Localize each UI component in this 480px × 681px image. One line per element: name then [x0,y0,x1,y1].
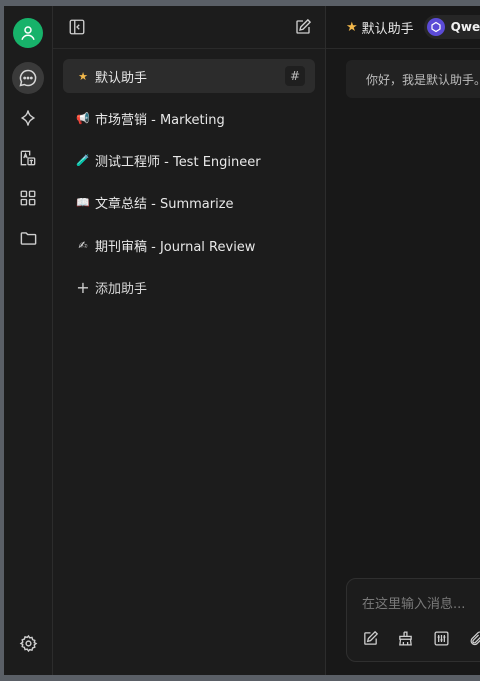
nav-chat-button[interactable] [12,62,44,94]
apps-icon [20,190,36,206]
star-icon: ★ [78,69,88,83]
assistant-item-default[interactable]: ★ 默认助手 # [63,59,315,93]
star-icon: ★ [346,19,358,35]
nav-agents-button[interactable] [12,102,44,134]
assistant-label: 默认助手 [95,70,148,86]
message-input[interactable]: 在这里输入消息... [362,593,465,612]
clear-button[interactable] [394,627,416,649]
message-text: 你好，我是默认助手。 [366,72,480,87]
model-logo-icon [426,18,445,36]
model-selector[interactable]: Qwen [423,15,480,39]
sparkle-icon [20,110,36,126]
assistants-panel: ★ 默认助手 # 📢 市场营销 - Marketing 🧪 测试工程师 - Te… [53,6,326,675]
chat-header: ★ 默认助手 Qwen [326,6,480,49]
hash-button[interactable]: # [285,66,305,86]
assistant-label: 文章总结 - Summarize [95,196,234,212]
nav-apps-button[interactable] [12,182,44,214]
assistant-item-marketing[interactable]: 📢 市场营销 - Marketing [63,101,315,135]
toggle-sidebar-button[interactable] [67,17,87,37]
sidebar-toggle-icon [69,19,85,35]
attach-button[interactable] [465,627,480,649]
assistant-item-journal-review[interactable]: ✍ 期刊审稿 - Journal Review [63,228,315,262]
broom-icon [398,630,412,646]
writing-hand-icon: ✍ [78,238,88,252]
edit-icon [296,18,312,34]
assistant-item-test-engineer[interactable]: 🧪 测试工程师 - Test Engineer [63,143,315,177]
assistant-label: 期刊审稿 - Journal Review [95,239,256,255]
nav-rail [4,6,53,675]
nav-translate-button[interactable] [12,142,44,174]
panel-header [53,6,325,49]
new-chat-button[interactable] [293,17,313,37]
message-composer[interactable]: 在这里输入消息... [346,578,480,662]
settings-adjust-button[interactable] [430,627,452,649]
megaphone-icon: 📢 [76,111,90,125]
add-assistant-label: 添加助手 [95,281,148,297]
book-icon: 📖 [76,195,90,209]
chat-icon [19,69,37,87]
gear-icon [19,634,37,652]
translate-icon [20,150,36,166]
avatar[interactable] [13,18,43,48]
chat-area: ★ 默认助手 Qwen 你好，我是默认助手。 在这里输入消息... [326,6,480,675]
paperclip-icon [470,631,480,645]
folder-icon [20,231,36,245]
nav-files-button[interactable] [12,222,44,254]
assistant-label: 测试工程师 - Test Engineer [95,154,261,170]
user-icon [21,26,35,41]
app-window: ★ 默认助手 # 📢 市场营销 - Marketing 🧪 测试工程师 - Te… [4,6,480,675]
assistant-message: 你好，我是默认助手。 [346,60,480,98]
assistant-item-summarize[interactable]: 📖 文章总结 - Summarize [63,185,315,219]
new-topic-button[interactable] [359,627,381,649]
sliders-icon [433,630,449,646]
add-assistant-button[interactable]: + 添加助手 [63,270,315,304]
edit-icon [363,630,378,645]
chat-title: 默认助手 [361,21,414,37]
plus-icon: + [76,277,90,297]
assistant-label: 市场营销 - Marketing [95,112,225,128]
model-name: Qwen [450,20,480,34]
settings-button[interactable] [12,627,44,659]
test-tube-icon: 🧪 [76,153,90,167]
